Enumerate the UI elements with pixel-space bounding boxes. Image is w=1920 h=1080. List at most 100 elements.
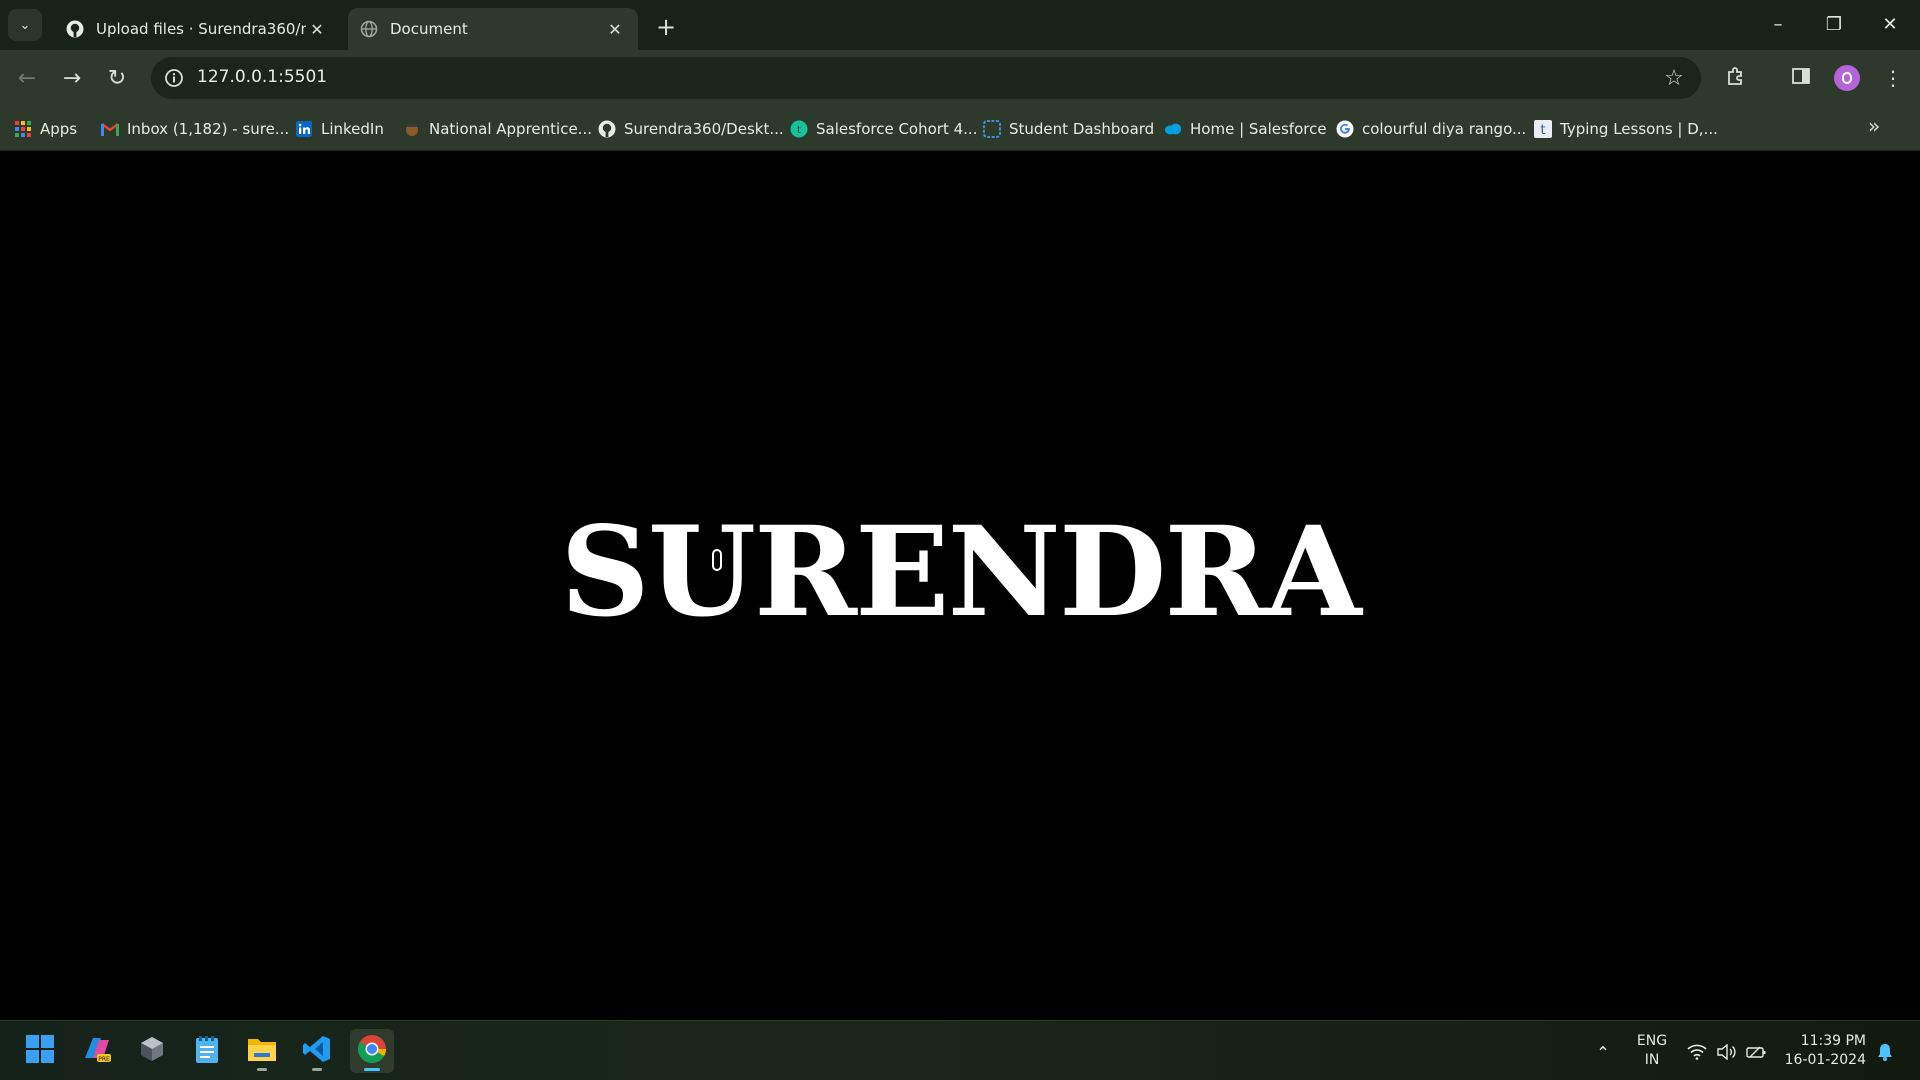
- restore-button[interactable]: ❐: [1806, 0, 1862, 48]
- clock-date: 16-01-2024: [1784, 1052, 1866, 1068]
- close-icon: ✕: [1882, 13, 1898, 35]
- chrome-icon: [357, 1034, 387, 1068]
- bookmarks-bar: Apps Inbox (1,182) - sure... LinkedIn Na…: [0, 107, 1920, 151]
- address-bar[interactable]: 127.0.0.1:5501 ☆: [151, 57, 1701, 99]
- double-chevron-right-icon[interactable]: »: [1868, 114, 1880, 138]
- running-indicator: [257, 1068, 267, 1071]
- taskbar-cube-app[interactable]: [130, 1029, 174, 1073]
- file-explorer-icon: [246, 1035, 278, 1067]
- page-viewport: SURENDRA: [0, 151, 1920, 1020]
- bookmark-national-apprentice[interactable]: National Apprentice...: [403, 115, 592, 143]
- clock[interactable]: 11:39 PM 16-01-2024: [1782, 1032, 1866, 1070]
- bookmark-label: Apps: [40, 120, 78, 138]
- start-button[interactable]: [18, 1029, 62, 1073]
- bookmark-label: Typing Lessons | D,...: [1560, 120, 1718, 138]
- restore-icon: ❐: [1825, 13, 1843, 35]
- taskbar-copilot[interactable]: PRE: [75, 1029, 119, 1073]
- side-panel-icon: [1791, 66, 1811, 91]
- volume-icon[interactable]: [1716, 1041, 1738, 1063]
- bookmark-linkedin[interactable]: LinkedIn: [295, 115, 384, 143]
- new-tab-button[interactable]: +: [652, 13, 680, 41]
- wifi-icon[interactable]: [1686, 1041, 1708, 1063]
- apps-grid-icon: [14, 120, 32, 138]
- forward-button[interactable]: →: [55, 61, 89, 95]
- tab-strip: ⌄ Upload files · Surendra360/mix ✕ Docum…: [0, 0, 1920, 50]
- show-hidden-icons-chevron-up-icon[interactable]: ⌃: [1592, 1041, 1614, 1063]
- notepad-icon: [194, 1034, 220, 1068]
- github-icon: [598, 120, 616, 138]
- bookmark-typing-lessons[interactable]: t Typing Lessons | D,...: [1534, 115, 1718, 143]
- language-indicator[interactable]: ENG IN: [1634, 1032, 1670, 1070]
- close-window-button[interactable]: ✕: [1862, 0, 1918, 48]
- copilot-icon: PRE: [81, 1034, 113, 1068]
- minimize-icon: –: [1773, 13, 1783, 35]
- region-code: IN: [1644, 1052, 1660, 1068]
- menu-button[interactable]: ⋮: [1876, 61, 1910, 95]
- tab-title: Upload files · Surendra360/mix: [96, 20, 306, 38]
- svg-text:t: t: [1540, 123, 1545, 138]
- extensions-button[interactable]: [1719, 61, 1753, 95]
- language-code: ENG: [1636, 1033, 1668, 1049]
- gmail-icon: [101, 120, 119, 138]
- vscode-icon: [302, 1034, 332, 1068]
- url-text[interactable]: 127.0.0.1:5501: [197, 67, 327, 87]
- bookmark-gmail[interactable]: Inbox (1,182) - sure...: [101, 115, 289, 143]
- profile-icon: [1842, 72, 1852, 84]
- apprentice-icon: [403, 120, 421, 138]
- tab-document[interactable]: Document ✕: [348, 8, 638, 50]
- bookmark-google-search[interactable]: colourful diya rango...: [1336, 115, 1526, 143]
- puzzle-icon: [1725, 65, 1747, 92]
- side-panel-button[interactable]: [1784, 61, 1818, 95]
- bookmark-label: LinkedIn: [321, 120, 384, 138]
- running-indicator: [364, 1068, 380, 1071]
- bookmark-label: Inbox (1,182) - sure...: [127, 120, 290, 138]
- tab-upload-files[interactable]: Upload files · Surendra360/mix ✕: [54, 8, 340, 50]
- reload-icon: ↻: [107, 65, 127, 91]
- globe-icon: [360, 20, 378, 38]
- linkedin-icon: [295, 120, 313, 138]
- site-info-icon[interactable]: [161, 65, 187, 91]
- taskbar-vscode[interactable]: [295, 1029, 339, 1073]
- running-indicator: [312, 1068, 322, 1071]
- arrow-right-icon: →: [62, 65, 82, 91]
- close-icon[interactable]: ✕: [306, 18, 328, 40]
- clock-time: 11:39 PM: [1800, 1033, 1866, 1049]
- notification-bell-icon[interactable]: [1874, 1041, 1896, 1063]
- page-heading: SURENDRA: [560, 500, 1361, 645]
- bookmark-github[interactable]: Surendra360/Deskt...: [598, 115, 784, 143]
- back-button[interactable]: ←: [10, 61, 44, 95]
- bookmark-label: Home | Salesforce: [1190, 120, 1327, 138]
- bookmark-salesforce-cohort[interactable]: t Salesforce Cohort 4...: [790, 115, 977, 143]
- bookmark-student-dashboard[interactable]: Student Dashboard: [983, 115, 1154, 143]
- bookmark-home-salesforce[interactable]: Home | Salesforce: [1164, 115, 1327, 143]
- svg-text:t: t: [797, 125, 801, 136]
- reload-button[interactable]: ↻: [100, 61, 134, 95]
- battery-saver-icon[interactable]: [1746, 1041, 1768, 1063]
- profile-avatar[interactable]: [1834, 65, 1860, 91]
- salesforce-cloud-icon: [1164, 120, 1182, 138]
- cube-app-icon: [138, 1035, 166, 1067]
- taskbar-chrome[interactable]: [350, 1029, 394, 1073]
- kebab-menu-icon: ⋮: [1883, 66, 1903, 90]
- taskbar-file-explorer[interactable]: [240, 1029, 284, 1073]
- bookmark-label: National Apprentice...: [429, 120, 592, 138]
- close-icon[interactable]: ✕: [604, 18, 626, 40]
- google-icon: [1336, 120, 1354, 138]
- arrow-left-icon: ←: [17, 65, 37, 91]
- bookmark-star-icon[interactable]: ☆: [1661, 65, 1687, 91]
- bookmark-apps[interactable]: Apps: [14, 115, 77, 143]
- windows-start-icon: [25, 1034, 55, 1068]
- github-icon: [66, 20, 84, 38]
- bookmark-label: Student Dashboard: [1009, 120, 1155, 138]
- typing-icon: t: [1534, 120, 1552, 138]
- plus-icon: +: [655, 13, 677, 41]
- bookmark-label: colourful diya rango...: [1362, 120, 1527, 138]
- minimize-button[interactable]: –: [1750, 0, 1806, 48]
- tab-title: Document: [390, 20, 468, 38]
- dashboard-icon: [983, 120, 1001, 138]
- bookmark-label: Surendra360/Deskt...: [624, 120, 784, 138]
- tab-search-button[interactable]: ⌄: [8, 9, 42, 41]
- chevron-down-icon: ⌄: [19, 17, 31, 33]
- browser-chrome: ⌄ Upload files · Surendra360/mix ✕ Docum…: [0, 0, 1920, 151]
- taskbar-notepad[interactable]: [185, 1029, 229, 1073]
